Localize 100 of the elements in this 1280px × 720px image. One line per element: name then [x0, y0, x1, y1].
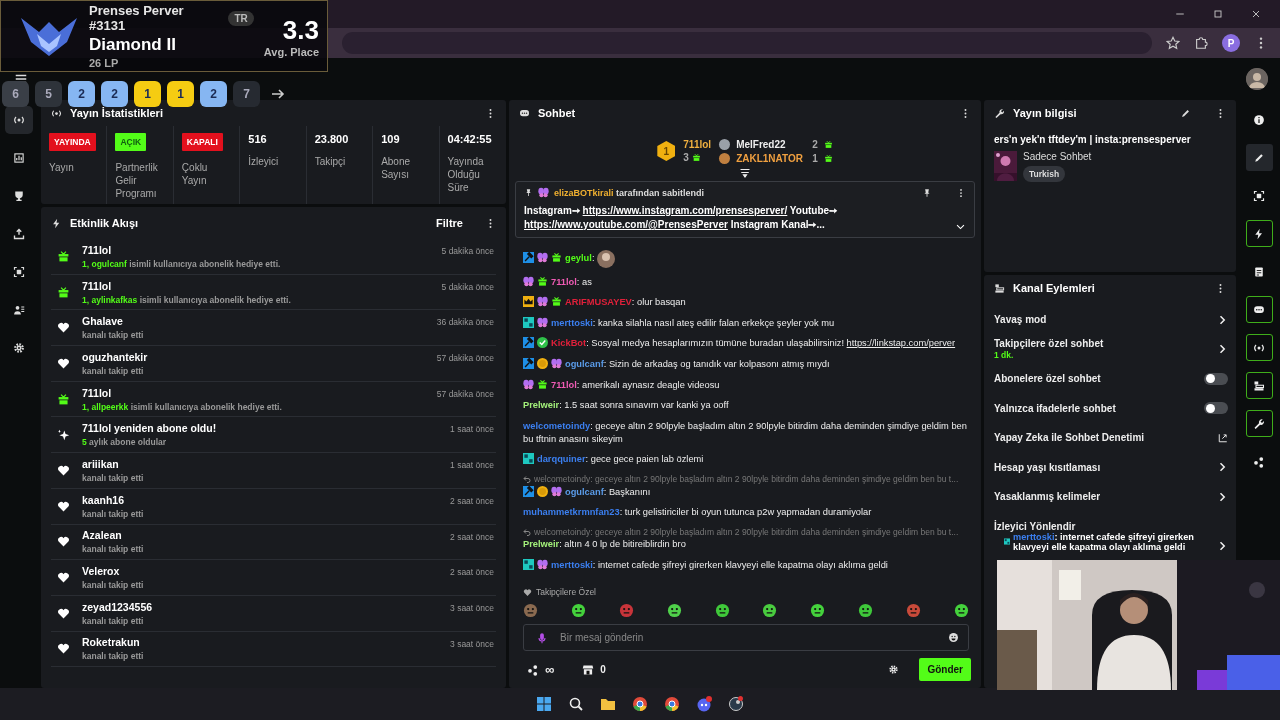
- status-badge: YAYINDA: [49, 133, 96, 151]
- hammer-badge-icon: [523, 357, 534, 369]
- lightning-icon[interactable]: [1245, 220, 1273, 247]
- stat-label: Yayın: [49, 161, 75, 174]
- folder-icon[interactable]: [600, 696, 616, 712]
- link[interactable]: https://www.instagram.com/prensesperver/: [582, 205, 788, 216]
- event-time: 5 dakika önce: [441, 246, 494, 256]
- action-label[interactable]: Yavaş mod: [994, 314, 1216, 326]
- reply-icon: [523, 474, 531, 483]
- gift-badge-icon: [537, 378, 548, 390]
- og-badge-icon: [1004, 536, 1011, 547]
- gift-badge-icon: [537, 275, 548, 287]
- windows-icon[interactable]: [536, 696, 552, 712]
- profile-button[interactable]: P: [1222, 34, 1240, 52]
- store-icon[interactable]: [582, 663, 595, 676]
- action-label[interactable]: İzleyici Yönlendir: [994, 520, 1228, 532]
- emote-icon[interactable]: [666, 603, 682, 618]
- event-title: 711lol yeniden abone oldu!: [82, 422, 218, 435]
- send-button[interactable]: Gönder: [919, 658, 971, 681]
- lp-text: 26 LP: [89, 57, 120, 69]
- action-label[interactable]: Takipçilere özel sohbet: [994, 338, 1216, 350]
- action-value: 1 dk.: [994, 350, 1015, 361]
- action-label[interactable]: Yapay Zeka ile Sohbet Denetimi: [994, 432, 1218, 444]
- chat-message: welcometoindy: geceye altın 2 90lpyle başladım altın 2 90lpyle bitirdim daha deminden şimdiye geldim ben bu tftnin anasını sikeyim: [523, 419, 968, 446]
- emote-icon[interactable]: [858, 603, 874, 618]
- event-time: 2 saat önce: [450, 531, 494, 542]
- event-time: 57 dakika önce: [436, 353, 494, 364]
- emote-icon[interactable]: [570, 603, 586, 618]
- action-label[interactable]: Hesap yaşı kısıtlaması: [994, 461, 1216, 473]
- broadcast-icon[interactable]: [1245, 334, 1273, 361]
- butterfly-badge-icon: [523, 275, 534, 287]
- hammer-badge-icon: [523, 337, 534, 349]
- toggle-switch[interactable]: [1204, 402, 1228, 415]
- butterfly-badge-icon: [537, 252, 548, 264]
- medal-icon: [719, 152, 731, 164]
- emote-icon[interactable]: [762, 603, 778, 618]
- message-input[interactable]: Bir mesaj gönderin: [558, 631, 938, 644]
- broadcast-icon[interactable]: [5, 106, 33, 134]
- chat-message: Prelweir: 1.5 saat sonra sınavım var kanki ya ooff: [523, 399, 730, 413]
- placement-badge: 1: [134, 81, 161, 107]
- region-tag: TR: [228, 10, 254, 26]
- emote-icon[interactable]: [906, 603, 921, 618]
- heart-icon: [57, 321, 70, 335]
- event-time: 3 saat önce: [450, 602, 494, 613]
- browser-icon[interactable]: [632, 696, 648, 712]
- layout-icon[interactable]: [1245, 372, 1273, 399]
- toggle-switch[interactable]: [1204, 372, 1228, 385]
- event-detail: kanalı takip etti: [82, 544, 145, 555]
- butterfly-badge-icon: [538, 187, 549, 198]
- event-detail: 1, ogulcanf isimli kullanıcıya abonelik hediye etti.: [82, 258, 282, 269]
- bookmark-star-icon[interactable]: [1166, 36, 1180, 50]
- settings-icon[interactable]: [888, 664, 900, 675]
- action-label[interactable]: Abonelere özel sohbet: [994, 373, 1204, 385]
- edit-icon[interactable]: [1180, 107, 1191, 119]
- event-time: 1 saat önce: [450, 460, 494, 471]
- action-label[interactable]: Yasaklanmış kelimeler: [994, 491, 1216, 503]
- event-title: 711lol: [82, 243, 113, 256]
- pinned-text: Instagram➙ https://www.instagram.com/prensesperver/ Youtube➙ https://www.youtube.com/@PrensesPerver Instagram Kanal➙...: [524, 204, 839, 232]
- microphone-icon[interactable]: [536, 631, 548, 644]
- stat-label: Çoklu Yayın: [181, 161, 209, 187]
- maximize-icon[interactable]: [1212, 8, 1224, 20]
- stat-label: Takipçi: [314, 155, 347, 168]
- stat-value: 109: [381, 133, 401, 145]
- chat-app-icon[interactable]: [696, 696, 712, 712]
- link[interactable]: https://www.youtube.com/@PrensesPerver: [524, 219, 728, 230]
- collapse-icon[interactable]: [739, 168, 751, 180]
- chat-icon[interactable]: [1245, 296, 1273, 323]
- status-badge: AÇIK: [115, 133, 147, 151]
- link[interactable]: https://linkstap.com/perver: [846, 338, 956, 349]
- browser-icon[interactable]: [664, 696, 680, 712]
- filter-button[interactable]: Filtre: [436, 217, 463, 229]
- emoji-icon[interactable]: [948, 632, 959, 643]
- rank-name: Diamond II: [89, 35, 177, 55]
- event-detail: kanalı takip etti: [82, 330, 145, 341]
- gear-app-icon[interactable]: [728, 696, 744, 712]
- pencil-icon[interactable]: [1245, 144, 1273, 171]
- action-label[interactable]: Yalnızca ifadelerle sohbet: [994, 402, 1204, 414]
- chat-message: ARIFMUSAYEV: olur basqan: [523, 296, 973, 310]
- leader-name: ZAKL1NATOR: [736, 152, 804, 164]
- wrench-icon[interactable]: [1245, 410, 1273, 437]
- medal-icon: [719, 138, 731, 150]
- emote-icon[interactable]: [523, 603, 538, 618]
- butterfly-badge-icon: [551, 357, 562, 369]
- avatar-icon[interactable]: [1246, 68, 1268, 90]
- extensions-icon[interactable]: [1194, 36, 1208, 50]
- event-detail: 1, aylinkafkas isimli kullanıcıya abonelik hediye etti.: [82, 294, 292, 305]
- heart-icon: [57, 463, 70, 477]
- points-icon: [527, 663, 539, 676]
- emote-icon[interactable]: [810, 603, 826, 618]
- close-icon[interactable]: [1250, 8, 1262, 20]
- layout-icon: [994, 282, 1005, 294]
- search-icon[interactable]: [568, 696, 584, 712]
- emote-icon[interactable]: [953, 603, 969, 618]
- gift-badge-icon: [551, 252, 562, 264]
- gift-count: 2: [812, 138, 818, 150]
- emote-icon[interactable]: [714, 603, 730, 618]
- heart-icon: [57, 499, 70, 513]
- gift-icon: [57, 249, 70, 263]
- message-field[interactable]: Bir mesaj gönderin: [523, 624, 969, 651]
- panel-title: Sohbet: [538, 107, 577, 119]
